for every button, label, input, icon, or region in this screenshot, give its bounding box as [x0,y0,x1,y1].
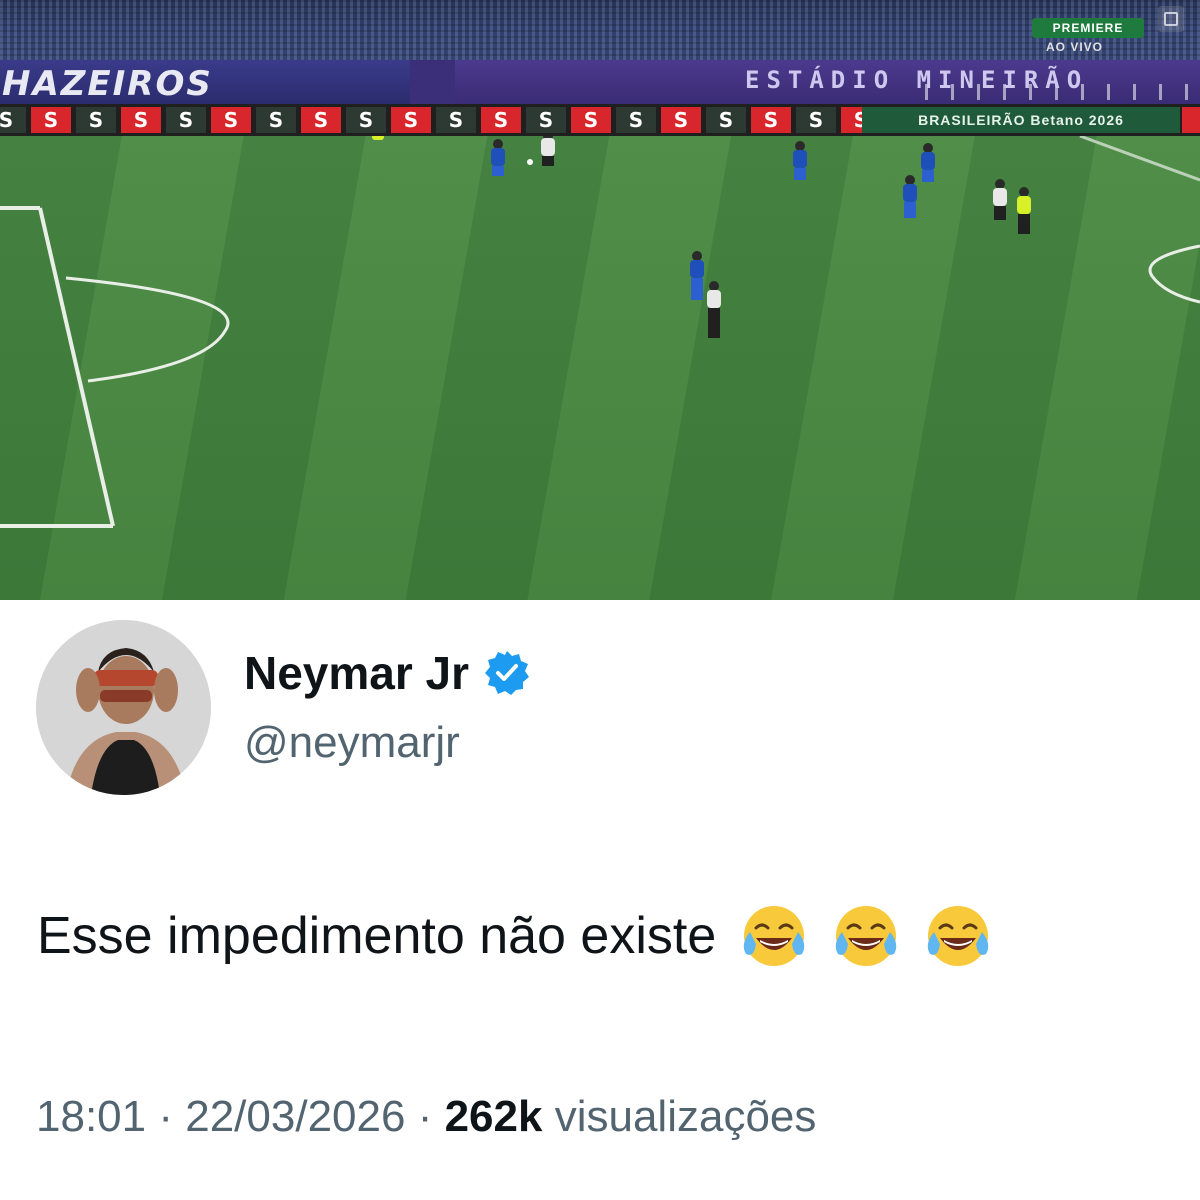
center-circle-arc [1148,244,1200,304]
ad-board-cell: S [0,107,26,133]
ad-board-cell: S [571,107,611,133]
penalty-arc [65,276,230,383]
player-white [993,179,1007,220]
tweet-text-row: Esse impedimento não existe [37,900,994,972]
verified-badge-icon [485,651,530,695]
emoji-group [738,900,994,972]
ad-board-cell: S [121,107,161,133]
user-handle[interactable]: @neymarjr [244,718,460,768]
player-white [707,281,721,338]
avatar-image [36,620,211,795]
ad-board-cell: S [76,107,116,133]
ad-board-cell: S [706,107,746,133]
player-blue [491,139,505,176]
meta-separator: · [158,1092,173,1141]
display-name[interactable]: Neymar Jr [244,646,469,700]
ad-board-cell: S [436,107,476,133]
avatar[interactable] [36,620,211,795]
tweet-text: Esse impedimento não existe [37,907,717,965]
penalty-box-line [38,207,115,527]
live-label: AO VIVO [1046,40,1104,54]
ad-board-cell: S [661,107,701,133]
ad-board-cell: S [166,107,206,133]
banner-left-text: HAZEIROS [2,64,213,104]
ad-board-cell: S [301,107,341,133]
referee [1017,187,1031,234]
ad-board-strip: SSSSSSSSSSSSSSSSSSSS BRASILEIRÃO Betano … [0,104,1200,136]
broadcast-menu-icon [1158,6,1184,32]
player-white [541,131,555,166]
premiere-logo: PREMIERE [1032,18,1144,38]
ad-board-cell: S [256,107,296,133]
banner-right-text: ESTÁDIO MINEIRÃO [745,66,1089,94]
assistant-referee [372,118,384,140]
ad-board-cell: S [31,107,71,133]
ad-board-cell: S [211,107,251,133]
broadcast-image[interactable]: HAZEIROS ESTÁDIO MINEIRÃO SSSSSSSSSSSSSS… [0,0,1200,600]
ad-board-cell: S [526,107,566,133]
face-with-tears-of-joy-icon [836,906,897,966]
views-label: visualizações [554,1092,817,1141]
ball [527,159,533,165]
meta-separator: · [417,1092,433,1141]
ad-board-cell: S [346,107,386,133]
halfway-line [1079,134,1200,182]
tweet-meta: 18:01 · 22/03/2026 · 262k visualizações [36,1092,816,1142]
player-blue [903,175,917,218]
views-count: 262k [444,1092,543,1141]
banner-left: HAZEIROS [0,60,410,104]
ad-board-cell: S [481,107,521,133]
ad-board-cell: S [391,107,431,133]
player-blue [921,143,935,182]
sponsor-strip: BRASILEIRÃO Betano 2026 [862,107,1180,133]
ad-board-cell: S [796,107,836,133]
face-with-tears-of-joy-icon [744,906,805,966]
tweet-date[interactable]: 22/03/2026 [185,1092,405,1141]
ad-end-block [1182,107,1200,133]
display-name-row[interactable]: Neymar Jr [244,646,531,700]
stadium-crowd [0,0,1200,62]
face-with-tears-of-joy-icon [928,906,989,966]
player-blue [690,251,704,300]
player-blue [793,141,807,180]
stadium-top-banner: HAZEIROS ESTÁDIO MINEIRÃO [0,60,1200,104]
ad-board-cell: S [751,107,791,133]
football-pitch [0,118,1200,600]
tweet-time[interactable]: 18:01 [36,1092,146,1141]
pitch-markings [0,118,1200,528]
ad-board-cell: S [616,107,656,133]
